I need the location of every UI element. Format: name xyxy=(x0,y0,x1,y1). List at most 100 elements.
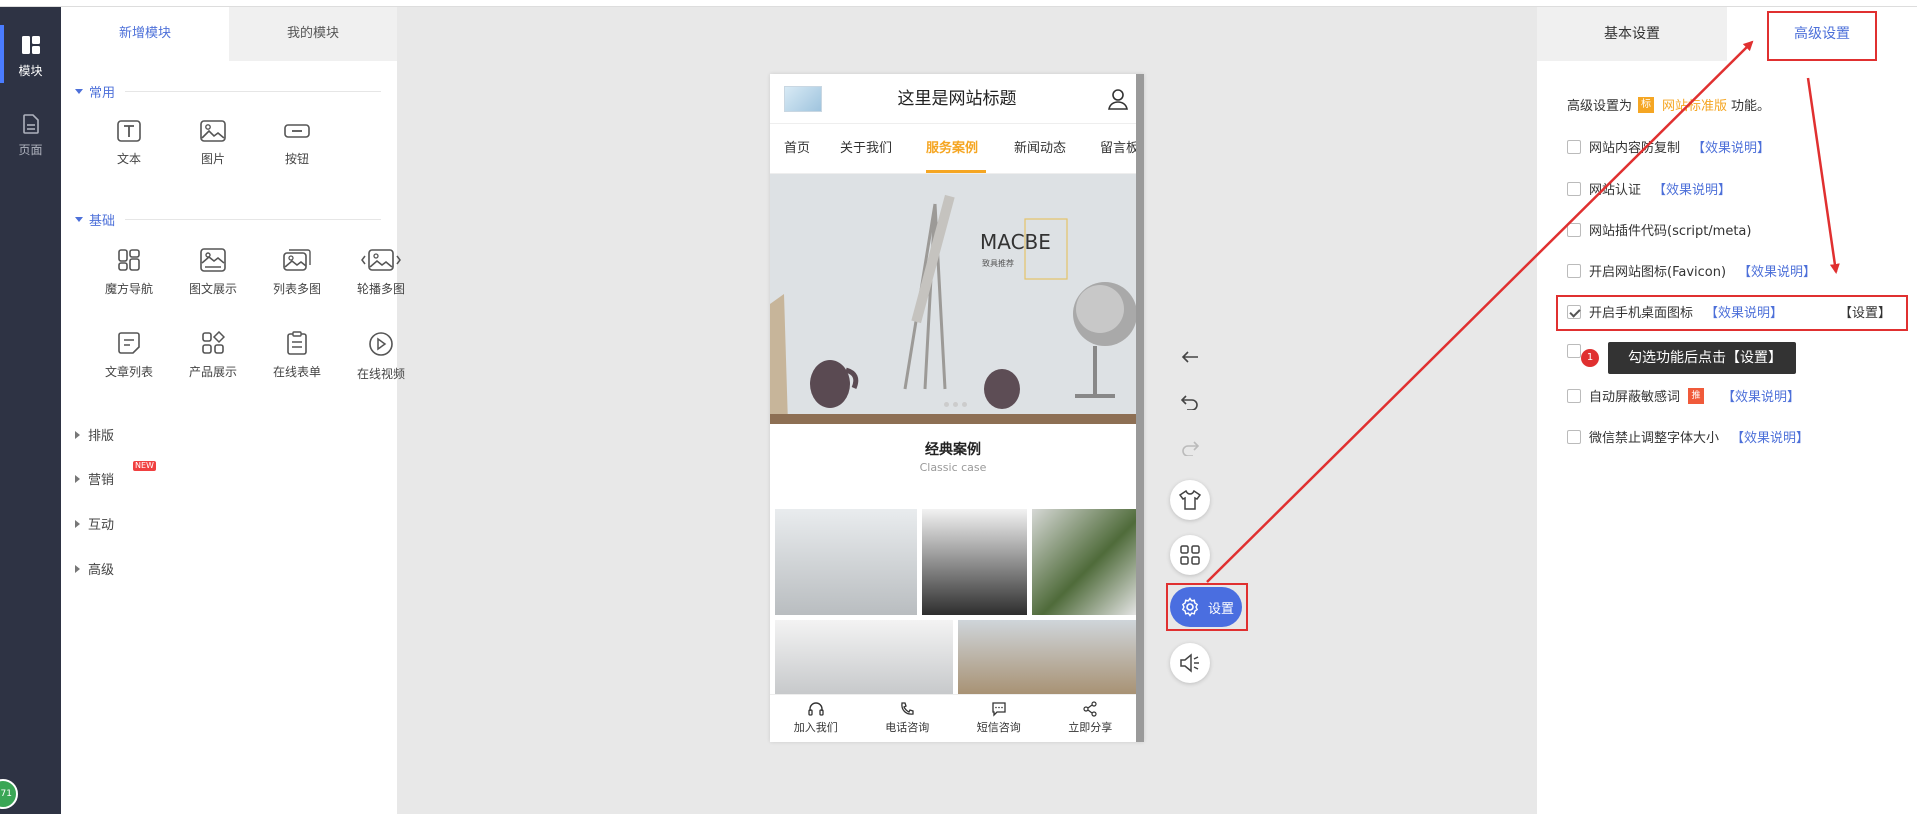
checkbox[interactable] xyxy=(1567,181,1581,196)
gallery-image[interactable] xyxy=(1032,509,1136,615)
gallery-image[interactable] xyxy=(922,509,1027,615)
effect-link[interactable]: 【效果说明】 xyxy=(1722,386,1800,405)
banner-shelf xyxy=(770,414,1136,424)
group-interaction[interactable]: 互动 xyxy=(75,514,114,533)
footer-share[interactable]: 立即分享 xyxy=(1045,695,1137,742)
gallery-image[interactable] xyxy=(775,620,953,694)
option-label: 开启网站图标(Favicon) xyxy=(1589,265,1727,280)
module-label: 在线视频 xyxy=(356,367,405,381)
checkbox[interactable] xyxy=(1567,429,1581,444)
form-icon xyxy=(287,331,307,355)
site-nav: 首页 关于我们 服务案例 新闻动态 留言板 xyxy=(770,124,1144,174)
broadcast-button[interactable] xyxy=(1170,643,1210,683)
module-label: 产品展示 xyxy=(188,365,237,379)
effect-link[interactable]: 【效果说明】 xyxy=(1731,427,1809,446)
layout-icon xyxy=(0,35,61,58)
module-label: 按钮 xyxy=(284,152,309,166)
effect-link[interactable]: 【效果说明】 xyxy=(1692,137,1770,156)
undo-icon[interactable] xyxy=(1178,390,1202,414)
gallery-image[interactable] xyxy=(775,509,917,615)
group-marketing[interactable]: 营销 NEW xyxy=(75,461,156,488)
module-button[interactable]: 按钮 xyxy=(262,120,332,167)
module-carousel[interactable]: 轮播多图 xyxy=(346,248,416,297)
back-arrow-icon[interactable] xyxy=(1178,345,1202,369)
nav-item[interactable]: 新闻动态 xyxy=(1014,124,1066,174)
tab-basic-settings[interactable]: 基本设置 xyxy=(1537,7,1727,61)
section-basic[interactable]: 基础 xyxy=(75,210,381,229)
checkbox[interactable] xyxy=(1567,344,1581,358)
components-button[interactable] xyxy=(1170,535,1210,575)
module-article-list[interactable]: 文章列表 xyxy=(94,331,164,380)
module-tabs: 新增模块 我的模块 xyxy=(61,7,397,61)
step-number-badge: 1 xyxy=(1581,349,1599,367)
module-product[interactable]: 产品展示 xyxy=(178,331,248,380)
footer-join[interactable]: 加入我们 xyxy=(770,695,862,742)
rail-item-label: 页面 xyxy=(18,143,43,157)
intro-standard: 网站标准版 xyxy=(1662,99,1728,114)
option-label: 自动屏蔽敏感词 xyxy=(1589,390,1681,405)
tab-new-modules[interactable]: 新增模块 xyxy=(61,7,229,61)
highlight-box-settings xyxy=(1166,583,1248,631)
module-grid-nav[interactable]: 魔方导航 xyxy=(94,248,164,297)
module-image[interactable]: 图片 xyxy=(178,120,248,167)
rail-item-pages[interactable]: 页面 xyxy=(0,114,61,158)
redo-icon[interactable] xyxy=(1178,436,1202,460)
user-icon[interactable] xyxy=(1108,88,1128,110)
option-site-verify[interactable]: 网站认证 【效果说明】 xyxy=(1567,179,1731,198)
effect-link[interactable]: 【效果说明】 xyxy=(1738,261,1816,280)
option-sensitive-words[interactable]: 自动屏蔽敏感词 推 【效果说明】 xyxy=(1567,386,1800,405)
site-title[interactable]: 这里是网站标题 xyxy=(770,74,1144,124)
module-image-text[interactable]: 图文展示 xyxy=(178,248,248,297)
rail-item-modules[interactable]: 模块 xyxy=(0,35,61,79)
top-bar xyxy=(0,0,1917,7)
banner-brand-sub: 致具推荐 xyxy=(982,258,1014,268)
text-icon xyxy=(117,120,141,142)
app-root: 模块 页面 71 新增模块 我的模块 常用 文本 图片 按钮 基础 魔方导航 图… xyxy=(0,0,1917,814)
product-icon xyxy=(202,331,225,354)
speaker-icon xyxy=(1180,653,1199,673)
module-text[interactable]: 文本 xyxy=(94,120,164,167)
article-list-icon xyxy=(118,332,140,354)
nav-item[interactable]: 关于我们 xyxy=(840,124,892,174)
phone-preview[interactable]: 这里是网站标题 首页 关于我们 服务案例 新闻动态 留言板 MACBE 致具推荐… xyxy=(770,74,1144,742)
checkbox[interactable] xyxy=(1567,139,1581,154)
nav-item-selected[interactable]: 服务案例 xyxy=(926,124,978,174)
section-common[interactable]: 常用 xyxy=(75,82,381,101)
option-favicon[interactable]: 开启网站图标(Favicon) 【效果说明】 xyxy=(1567,261,1816,280)
module-multi-image[interactable]: 列表多图 xyxy=(262,248,332,297)
option-wechat-font[interactable]: 微信禁止调整字体大小 【效果说明】 xyxy=(1567,427,1809,446)
module-label: 魔方导航 xyxy=(104,282,153,296)
video-icon xyxy=(369,332,393,356)
phone-icon xyxy=(901,702,914,715)
carousel-dots[interactable] xyxy=(944,402,967,407)
footer-label: 短信咨询 xyxy=(976,721,1021,734)
theme-button[interactable] xyxy=(1170,480,1210,520)
checkbox[interactable] xyxy=(1567,263,1581,278)
nav-item[interactable]: 留言板 xyxy=(1100,124,1139,174)
module-video[interactable]: 在线视频 xyxy=(346,331,416,382)
standard-badge-icon: 标 xyxy=(1638,96,1655,113)
footer-sms[interactable]: 短信咨询 xyxy=(953,695,1045,742)
tab-my-modules[interactable]: 我的模块 xyxy=(229,7,397,61)
group-advanced[interactable]: 高级 xyxy=(75,559,114,578)
checkbox[interactable] xyxy=(1567,388,1581,403)
new-badge: NEW xyxy=(133,461,156,471)
online-badge[interactable]: 71 xyxy=(0,779,18,809)
section-title: 基础 xyxy=(89,214,116,229)
nav-item[interactable]: 首页 xyxy=(784,124,810,174)
effect-link[interactable]: 【效果说明】 xyxy=(1653,179,1731,198)
option-plugin-code[interactable]: 网站插件代码(script/meta) xyxy=(1567,220,1751,239)
checkbox[interactable] xyxy=(1567,222,1581,237)
group-label: 排版 xyxy=(88,429,115,444)
footer-label: 立即分享 xyxy=(1068,721,1113,734)
group-layout[interactable]: 排版 xyxy=(75,425,114,444)
gallery-image[interactable] xyxy=(958,620,1136,694)
footer-phone[interactable]: 电话咨询 xyxy=(862,695,954,742)
option-copy-protect[interactable]: 网站内容防复制 【效果说明】 xyxy=(1567,137,1770,156)
module-form[interactable]: 在线表单 xyxy=(262,331,332,380)
banner-image[interactable]: MACBE 致具推荐 xyxy=(770,174,1136,424)
option-label: 网站内容防复制 xyxy=(1589,141,1681,156)
module-label: 轮播多图 xyxy=(356,282,405,296)
preview-scrollbar[interactable] xyxy=(1136,74,1144,742)
banner-illustration: MACBE 致具推荐 xyxy=(770,174,1136,424)
